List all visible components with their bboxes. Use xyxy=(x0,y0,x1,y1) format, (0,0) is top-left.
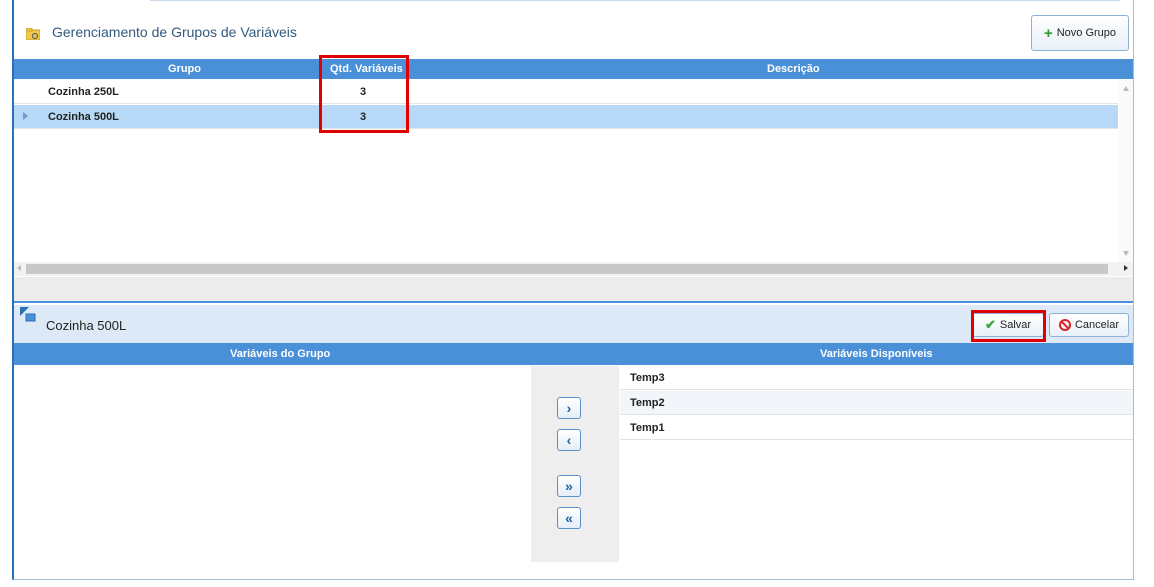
group-variables-list[interactable] xyxy=(14,366,530,562)
scrollbar-thumb[interactable] xyxy=(26,264,1108,274)
page-header: Gerenciamento de Grupos de Variáveis + N… xyxy=(14,12,1134,58)
list-item[interactable]: Temp1 xyxy=(620,416,1133,440)
page-title: Gerenciamento de Grupos de Variáveis xyxy=(52,24,297,40)
cell-grupo: Cozinha 250L xyxy=(48,86,119,98)
cell-grupo: Cozinha 500L xyxy=(48,111,119,123)
checkmark-icon: ✔ xyxy=(984,317,996,332)
cancel-button[interactable]: Cancelar xyxy=(1049,313,1129,337)
groups-grid-body: Cozinha 250L 3 Cozinha 500L 3 xyxy=(14,80,1118,262)
move-all-right-button[interactable]: » xyxy=(557,475,581,497)
vertical-scrollbar[interactable] xyxy=(1119,80,1133,262)
move-right-button[interactable]: › xyxy=(557,397,581,419)
horizontal-scrollbar[interactable] xyxy=(14,262,1133,276)
column-header-qtd[interactable]: Qtd. Variáveis xyxy=(330,63,403,75)
save-button[interactable]: ✔ Salvar xyxy=(972,313,1044,337)
folder-settings-icon xyxy=(26,28,40,40)
scroll-up-icon[interactable] xyxy=(1123,86,1129,91)
column-header-descricao[interactable]: Descrição xyxy=(767,63,820,75)
scroll-left-icon[interactable] xyxy=(17,265,21,271)
edit-group-icon xyxy=(20,307,36,322)
new-group-label: Novo Grupo xyxy=(1056,27,1117,39)
detail-header: Cozinha 500L ✔ Salvar Cancelar xyxy=(14,305,1133,343)
cell-qtd: 3 xyxy=(360,111,367,123)
plus-icon: + xyxy=(1043,24,1053,42)
move-all-left-button[interactable]: « xyxy=(557,507,581,529)
scroll-down-icon[interactable] xyxy=(1123,251,1129,256)
groups-grid-header: Grupo Qtd. Variáveis Descrição xyxy=(14,59,1133,79)
column-header-grupo[interactable]: Grupo xyxy=(168,63,201,75)
save-label: Salvar xyxy=(999,319,1032,331)
cancel-label: Cancelar xyxy=(1074,319,1120,331)
detail-title: Cozinha 500L xyxy=(46,318,127,333)
cell-qtd: 3 xyxy=(360,86,367,98)
move-left-button[interactable]: ‹ xyxy=(557,429,581,451)
frame-top-border xyxy=(150,0,1120,3)
row-indicator-icon xyxy=(23,112,28,120)
cancel-icon xyxy=(1058,319,1071,331)
available-variables-header: Variáveis Disponíveis xyxy=(820,348,933,360)
list-item[interactable]: Temp3 xyxy=(620,366,1133,390)
new-group-button[interactable]: + Novo Grupo xyxy=(1031,15,1129,51)
list-item-label: Temp3 xyxy=(630,372,665,384)
group-variables-header: Variáveis do Grupo xyxy=(230,348,331,360)
variables-header: Variáveis do Grupo Variáveis Disponíveis xyxy=(14,343,1133,365)
panel-splitter[interactable] xyxy=(14,277,1133,303)
transfer-controls: › ‹ » « xyxy=(531,366,619,562)
list-item-label: Temp1 xyxy=(630,422,665,434)
list-item-label: Temp2 xyxy=(630,397,665,409)
list-item[interactable]: Temp2 xyxy=(620,391,1133,415)
table-row[interactable]: Cozinha 500L 3 xyxy=(14,105,1118,129)
scroll-right-icon[interactable] xyxy=(1124,265,1128,271)
table-row[interactable]: Cozinha 250L 3 xyxy=(14,80,1118,104)
